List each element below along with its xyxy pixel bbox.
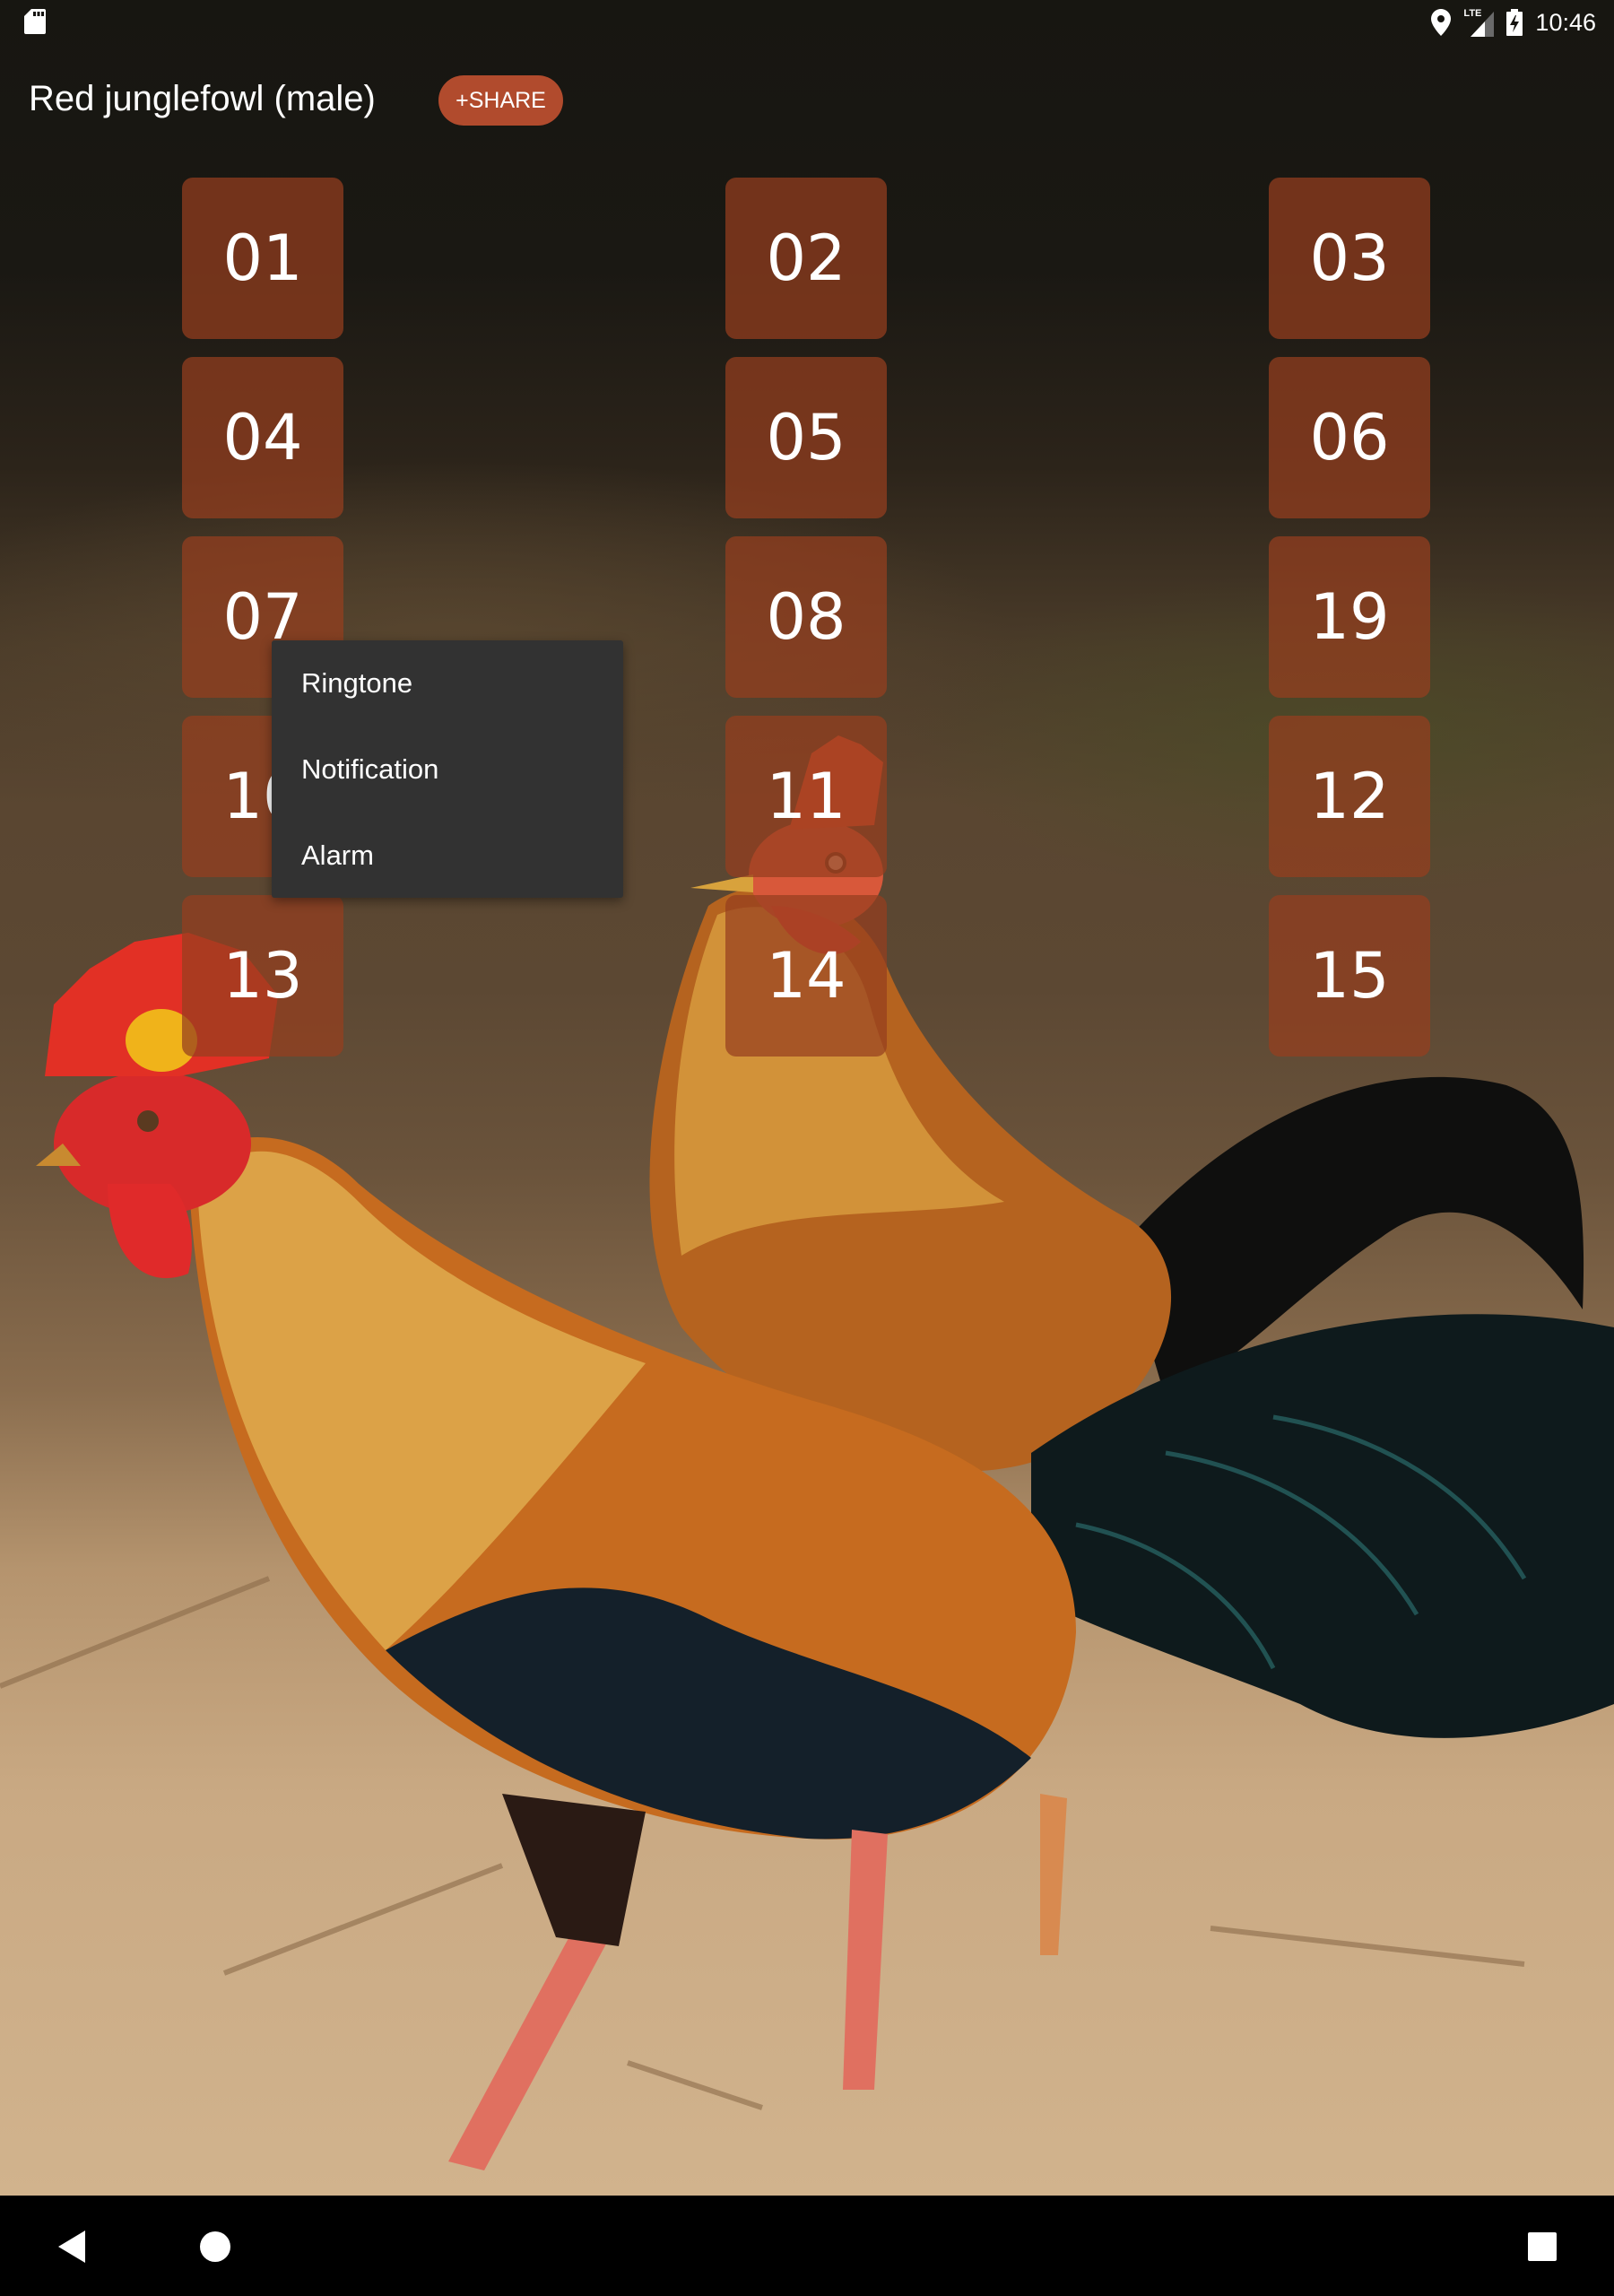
back-button[interactable] <box>36 2213 108 2280</box>
front-rooster-leg-left <box>448 1928 610 2170</box>
navigation-bar <box>0 2196 1614 2296</box>
front-rooster-eye <box>137 1110 159 1132</box>
status-time: 10:46 <box>1535 8 1596 36</box>
menu-item-alarm[interactable]: Alarm <box>272 813 623 899</box>
back-rooster-beak <box>690 874 753 892</box>
sound-tile-14[interactable]: 14 <box>725 895 887 1057</box>
page-title: Red junglefowl (male) <box>29 79 376 118</box>
sound-tile-02[interactable]: 02 <box>725 178 887 339</box>
home-button[interactable] <box>179 2213 251 2280</box>
sound-tile-06[interactable]: 06 <box>1269 357 1430 518</box>
sound-tile-05[interactable]: 05 <box>725 357 887 518</box>
recents-button[interactable] <box>1506 2213 1578 2280</box>
home-icon <box>200 2231 230 2262</box>
sound-tile-01[interactable]: 01 <box>182 178 343 339</box>
sound-tile-13[interactable]: 13 <box>182 895 343 1057</box>
sound-tile-12[interactable]: 12 <box>1269 716 1430 877</box>
recents-icon <box>1528 2232 1557 2261</box>
front-rooster-wattle <box>108 1184 192 1279</box>
menu-item-notification[interactable]: Notification <box>272 726 623 813</box>
front-rooster-leg-right <box>843 1830 888 2090</box>
menu-item-ringtone[interactable]: Ringtone <box>272 640 623 726</box>
status-icons: LTE 10:46 <box>1431 5 1596 39</box>
sound-tile-03[interactable]: 03 <box>1269 178 1430 339</box>
location-icon <box>1431 9 1452 36</box>
back-rooster-leg <box>1040 1794 1067 1955</box>
sound-tile-19[interactable]: 19 <box>1269 536 1430 698</box>
share-button[interactable]: +SHARE <box>438 75 563 126</box>
back-icon <box>58 2231 85 2263</box>
sound-tile-15[interactable]: 15 <box>1269 895 1430 1057</box>
sound-tile-04[interactable]: 04 <box>182 357 343 518</box>
status-bar: LTE 10:46 <box>0 0 1614 45</box>
lte-signal-icon: LTE <box>1463 8 1495 37</box>
sound-tile-08[interactable]: 08 <box>725 536 887 698</box>
front-rooster-thigh <box>502 1794 646 1946</box>
sound-tile-11[interactable]: 11 <box>725 716 887 877</box>
set-as-context-menu: Ringtone Notification Alarm <box>272 640 623 898</box>
sd-card-icon <box>24 9 46 34</box>
battery-charging-icon <box>1506 9 1523 36</box>
